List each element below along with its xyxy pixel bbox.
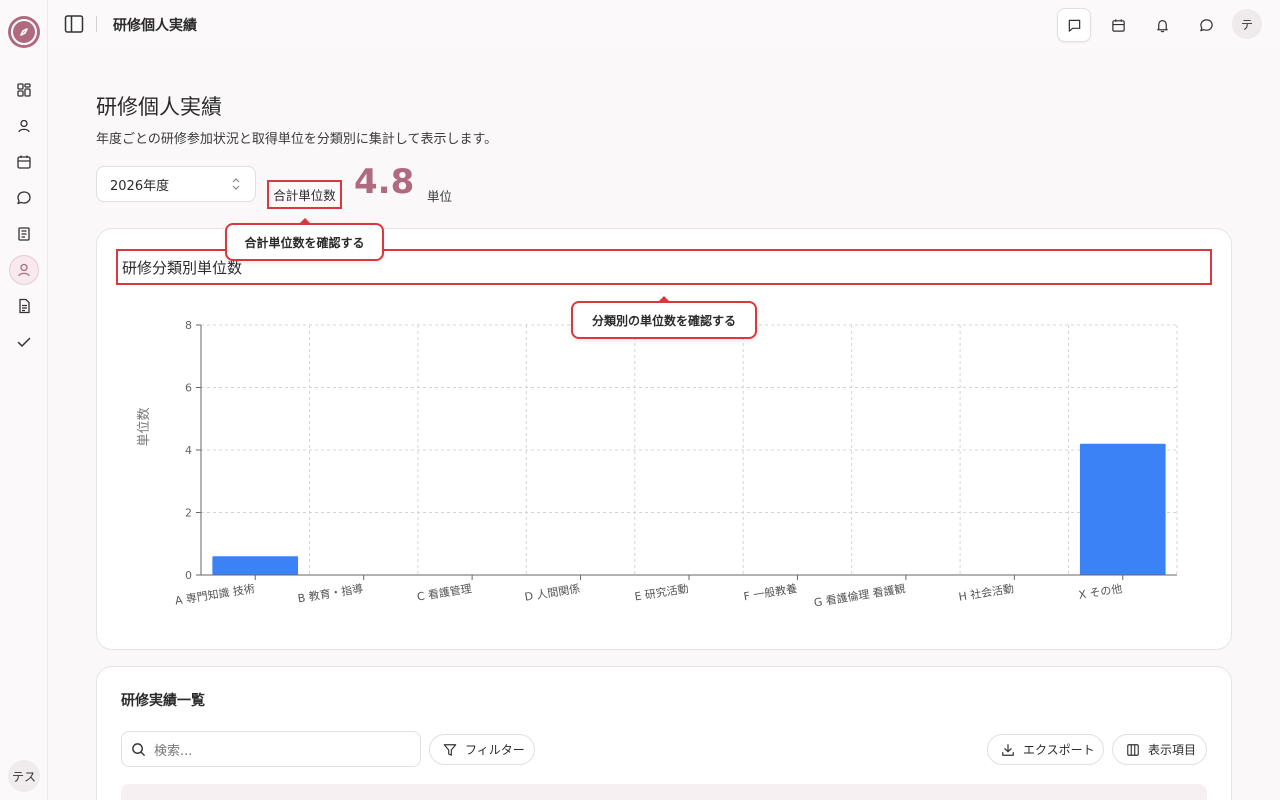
year-select-value: 2026年度	[110, 178, 170, 194]
chat-icon	[17, 191, 31, 205]
x-tick-label: E 研究活動	[633, 581, 689, 603]
x-tick-label: D 人間関係	[524, 582, 581, 604]
notifications-button[interactable]	[1145, 8, 1179, 42]
search-icon	[132, 743, 146, 757]
filter-label: フィルター	[465, 743, 525, 757]
download-icon	[1002, 744, 1014, 756]
top-header: 研修個人実績 テ	[48, 0, 1280, 48]
filter-icon	[443, 744, 457, 756]
sidebar-item-documents[interactable]	[12, 294, 36, 318]
total-units-label: 合計単位数	[267, 180, 342, 209]
y-tick-label: 0	[185, 569, 192, 582]
x-tick-label: H 社会活動	[958, 581, 1015, 604]
header-divider	[96, 16, 97, 32]
sidebar-item-users[interactable]	[12, 114, 36, 138]
tooltip-total-units: 合計単位数を確認する	[225, 218, 384, 261]
x-tick-label: A 専門知識 技術	[174, 581, 256, 607]
app-logo-icon[interactable]	[8, 16, 40, 48]
y-tick-label: 4	[185, 444, 192, 457]
export-button[interactable]: エクスポート	[987, 734, 1104, 765]
filter-button[interactable]: フィルター	[429, 734, 535, 765]
search-placeholder: 検索...	[154, 743, 193, 759]
sidebar-item-tasks[interactable]	[12, 330, 36, 354]
check-icon	[17, 337, 31, 347]
book-icon	[18, 227, 30, 241]
search-input[interactable]: 検索...	[121, 731, 421, 767]
y-axis-label: 単位数	[136, 407, 152, 446]
header-avatar[interactable]: テ	[1232, 9, 1262, 39]
columns-icon	[1127, 744, 1139, 756]
user-icon	[18, 119, 30, 133]
table-header	[121, 784, 1207, 800]
user-avatar[interactable]: テス	[8, 760, 40, 792]
profile-icon	[18, 263, 30, 277]
x-tick-label: C 看護管理	[416, 581, 473, 603]
sidebar-item-calendar[interactable]	[12, 150, 36, 174]
calendar-icon	[1111, 18, 1125, 32]
columns-label: 表示項目	[1148, 743, 1197, 757]
total-units-value: 4.8	[354, 162, 415, 202]
y-tick-label: 8	[185, 319, 192, 332]
sidebar-item-library[interactable]	[12, 222, 36, 246]
calendar-icon	[17, 155, 31, 169]
chart-bar[interactable]	[212, 556, 299, 575]
chart-bar[interactable]	[1079, 443, 1166, 575]
sidebar-item-messages[interactable]	[12, 186, 36, 210]
header-title: 研修個人実績	[113, 18, 197, 34]
page-subtitle: 年度ごとの研修参加状況と取得単位を分類別に集計して表示します。	[96, 132, 498, 147]
x-tick-label: F 一般教養	[743, 581, 798, 603]
chat-button[interactable]	[1189, 8, 1223, 42]
grid-icon	[17, 83, 31, 97]
y-tick-label: 2	[185, 507, 192, 520]
bar-chart: 0 2 4 6 8 A 専門知識 技術 B 教育・指導 C 看護管理 D 人間関係 E 研究活動 F…	[136, 319, 1178, 609]
x-tick-label: B 教育・指導	[297, 581, 364, 605]
document-icon	[19, 298, 30, 314]
page-title: 研修個人実績	[96, 95, 222, 119]
tooltip-chart: 分類別の単位数を確認する	[571, 296, 757, 339]
chat-icon	[1199, 18, 1213, 31]
total-units-unit: 単位	[427, 189, 453, 204]
bell-icon	[1156, 19, 1168, 32]
export-label: エクスポート	[1023, 743, 1095, 757]
year-select[interactable]: 2026年度	[96, 166, 256, 202]
calendar-button[interactable]	[1101, 8, 1135, 42]
x-tick-label: X その他	[1078, 582, 1124, 602]
sidebar: テス	[0, 0, 48, 800]
records-title: 研修実績一覧	[121, 693, 205, 709]
sidebar-item-profile[interactable]	[9, 255, 39, 285]
chevrons-up-down-icon	[232, 178, 240, 190]
y-tick-label: 6	[185, 382, 192, 395]
message-square-icon	[1068, 19, 1080, 32]
panel-toggle-icon[interactable]	[64, 14, 84, 34]
feedback-button[interactable]	[1057, 8, 1091, 42]
sidebar-item-dashboard[interactable]	[12, 78, 36, 102]
columns-button[interactable]: 表示項目	[1112, 734, 1207, 765]
x-tick-label: G 看護倫理 看護観	[813, 581, 907, 609]
